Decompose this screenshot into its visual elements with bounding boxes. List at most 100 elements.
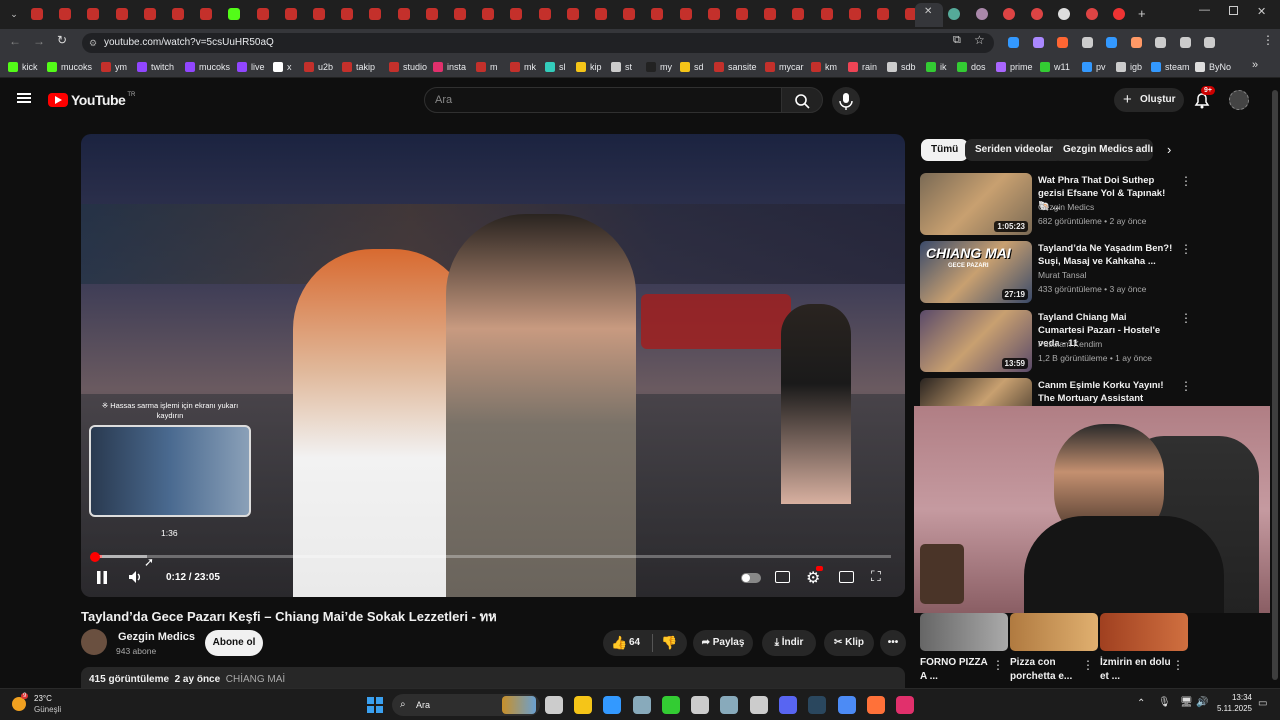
browser-tab[interactable] bbox=[422, 4, 442, 24]
browser-tab[interactable] bbox=[337, 4, 357, 24]
like-button[interactable]: 👍 bbox=[611, 630, 627, 656]
vpn-app-icon[interactable] bbox=[720, 696, 738, 714]
dislike-button[interactable]: 👎 bbox=[661, 630, 677, 656]
bookmark-item[interactable]: mucoks bbox=[47, 60, 92, 74]
video-tag[interactable]: CHİANG MAİ bbox=[226, 674, 285, 685]
related-video-thumbnail[interactable]: CHIANG MAI GECE PAZARI 27:19 bbox=[920, 241, 1032, 303]
fullscreen-icon[interactable]: ⛶ bbox=[871, 568, 881, 585]
hamburger-menu-icon[interactable] bbox=[17, 93, 31, 103]
firefox-icon[interactable] bbox=[867, 696, 885, 714]
notification-center-icon[interactable]: ▭ bbox=[1258, 698, 1267, 709]
account-avatar[interactable] bbox=[1229, 90, 1249, 110]
chip-channel[interactable]: Gezgin Medics adlı yü bbox=[1053, 139, 1153, 161]
minimize-icon[interactable]: — bbox=[1199, 4, 1210, 16]
related-video-channel[interactable]: Pusulam Kendim bbox=[1038, 339, 1102, 349]
more-options-icon[interactable]: ⋮ bbox=[1172, 658, 1184, 672]
headset-app-icon[interactable] bbox=[662, 696, 680, 714]
forward-icon[interactable]: → bbox=[33, 34, 45, 48]
bookmark-item[interactable]: kick bbox=[8, 60, 38, 74]
bookmark-item[interactable]: studio bbox=[389, 60, 427, 74]
browser-tab[interactable] bbox=[83, 4, 103, 24]
subscribe-button[interactable]: Abone ol bbox=[205, 630, 263, 656]
file-explorer-icon[interactable] bbox=[574, 696, 592, 714]
search-input[interactable]: Ara bbox=[424, 87, 782, 113]
bookmark-item[interactable]: takip bbox=[342, 60, 375, 74]
browser-tab[interactable] bbox=[817, 4, 837, 24]
install-icon[interactable]: ⧉ bbox=[953, 34, 961, 47]
video-player[interactable]: ※ Hassas sarma işlemi için ekranı yukarı… bbox=[81, 134, 905, 597]
back-icon[interactable]: ← bbox=[9, 34, 21, 48]
record-app-icon[interactable] bbox=[691, 696, 709, 714]
browser-tab[interactable] bbox=[647, 4, 667, 24]
browser-tab[interactable] bbox=[676, 4, 696, 24]
bookmark-item[interactable]: st bbox=[611, 60, 632, 74]
share-button[interactable]: ➦ Paylaş bbox=[693, 630, 753, 656]
more-options-icon[interactable]: ⋮ bbox=[1180, 311, 1192, 325]
bookmark-item[interactable]: u2b bbox=[304, 60, 333, 74]
edge-like-app-icon[interactable] bbox=[750, 696, 768, 714]
browser-tab[interactable] bbox=[1109, 4, 1129, 24]
related-video-thumbnail[interactable]: 13:59 bbox=[920, 310, 1032, 372]
bookmark-item[interactable]: live bbox=[237, 60, 265, 74]
theater-mode-icon[interactable] bbox=[839, 571, 854, 583]
voice-search-button[interactable] bbox=[832, 87, 860, 115]
bookmark-item[interactable]: sdb bbox=[887, 60, 916, 74]
bookmark-item[interactable]: sd bbox=[680, 60, 704, 74]
bookmark-item[interactable]: ym bbox=[101, 60, 127, 74]
browser-tab[interactable] bbox=[27, 4, 47, 24]
browser-tab[interactable] bbox=[1082, 4, 1102, 24]
browser-tab[interactable] bbox=[619, 4, 639, 24]
bookmark-item[interactable]: mucoks bbox=[185, 60, 230, 74]
bookmark-item[interactable]: mycar bbox=[765, 60, 804, 74]
page-scrollbar[interactable] bbox=[1270, 78, 1280, 688]
short-title[interactable]: FORNO PIZZA A ... bbox=[920, 656, 996, 684]
browser-tab[interactable] bbox=[944, 4, 964, 24]
extension-icon[interactable] bbox=[1057, 37, 1068, 48]
bookmark-item[interactable]: ik bbox=[926, 60, 947, 74]
bookmark-item[interactable]: sansite bbox=[714, 60, 757, 74]
browser-tab[interactable] bbox=[253, 4, 273, 24]
bookmark-item[interactable]: twitch bbox=[137, 60, 174, 74]
close-icon[interactable]: ✕ bbox=[924, 6, 932, 17]
clock-time[interactable]: 13:34 bbox=[1218, 693, 1252, 702]
tray-overflow-icon[interactable]: ⌃ bbox=[1137, 698, 1145, 709]
short-thumbnail[interactable] bbox=[920, 613, 1008, 651]
bookmark-star-icon[interactable]: ☆ bbox=[974, 33, 985, 47]
chips-next-icon[interactable]: › bbox=[1167, 142, 1171, 157]
related-video-channel[interactable]: Murat Tansal bbox=[1038, 270, 1087, 280]
extension-icon[interactable] bbox=[1106, 37, 1117, 48]
settings-icon[interactable] bbox=[633, 696, 651, 714]
more-options-icon[interactable]: ⋮ bbox=[1180, 379, 1192, 393]
bookmark-item[interactable]: m bbox=[476, 60, 498, 74]
browser-tab[interactable] bbox=[196, 4, 216, 24]
browser-tab[interactable] bbox=[168, 4, 188, 24]
bookmark-item[interactable]: pv bbox=[1082, 60, 1106, 74]
short-title[interactable]: İzmirin en dolu et ... bbox=[1100, 656, 1176, 684]
active-tab[interactable]: ✕ bbox=[915, 3, 943, 27]
volume-button[interactable] bbox=[128, 570, 144, 584]
subtitles-icon[interactable] bbox=[775, 571, 790, 583]
bookmarks-overflow-icon[interactable]: » bbox=[1252, 59, 1258, 71]
more-options-icon[interactable]: ⋮ bbox=[1180, 242, 1192, 256]
extension-icon[interactable] bbox=[1155, 37, 1166, 48]
bookmark-item[interactable]: dos bbox=[957, 60, 986, 74]
network-icon[interactable]: 🖥 bbox=[1180, 697, 1193, 708]
browser-tab[interactable] bbox=[55, 4, 75, 24]
bookmark-item[interactable]: rain bbox=[848, 60, 877, 74]
maximize-icon[interactable] bbox=[1229, 6, 1238, 15]
browser-tab[interactable] bbox=[309, 4, 329, 24]
browser-tab[interactable] bbox=[704, 4, 724, 24]
youtube-logo[interactable]: YouTube TR bbox=[48, 92, 135, 108]
browser-tab[interactable] bbox=[788, 4, 808, 24]
browser-tab[interactable] bbox=[873, 4, 893, 24]
extension-icon[interactable] bbox=[1204, 37, 1215, 48]
autoplay-toggle[interactable] bbox=[741, 573, 761, 583]
store-icon[interactable] bbox=[603, 696, 621, 714]
tab-search-dropdown[interactable]: ⌄ bbox=[4, 4, 24, 24]
url-field[interactable]: ⚙ youtube.com/watch?v=5csUuHR50aQ bbox=[82, 33, 994, 53]
clip-button[interactable]: ✂ Klip bbox=[824, 630, 874, 656]
create-button[interactable]: + Oluştur bbox=[1114, 88, 1184, 112]
browser-tab[interactable] bbox=[1054, 4, 1074, 24]
search-button[interactable] bbox=[781, 87, 823, 113]
more-options-icon[interactable]: ⋮ bbox=[1180, 174, 1192, 188]
